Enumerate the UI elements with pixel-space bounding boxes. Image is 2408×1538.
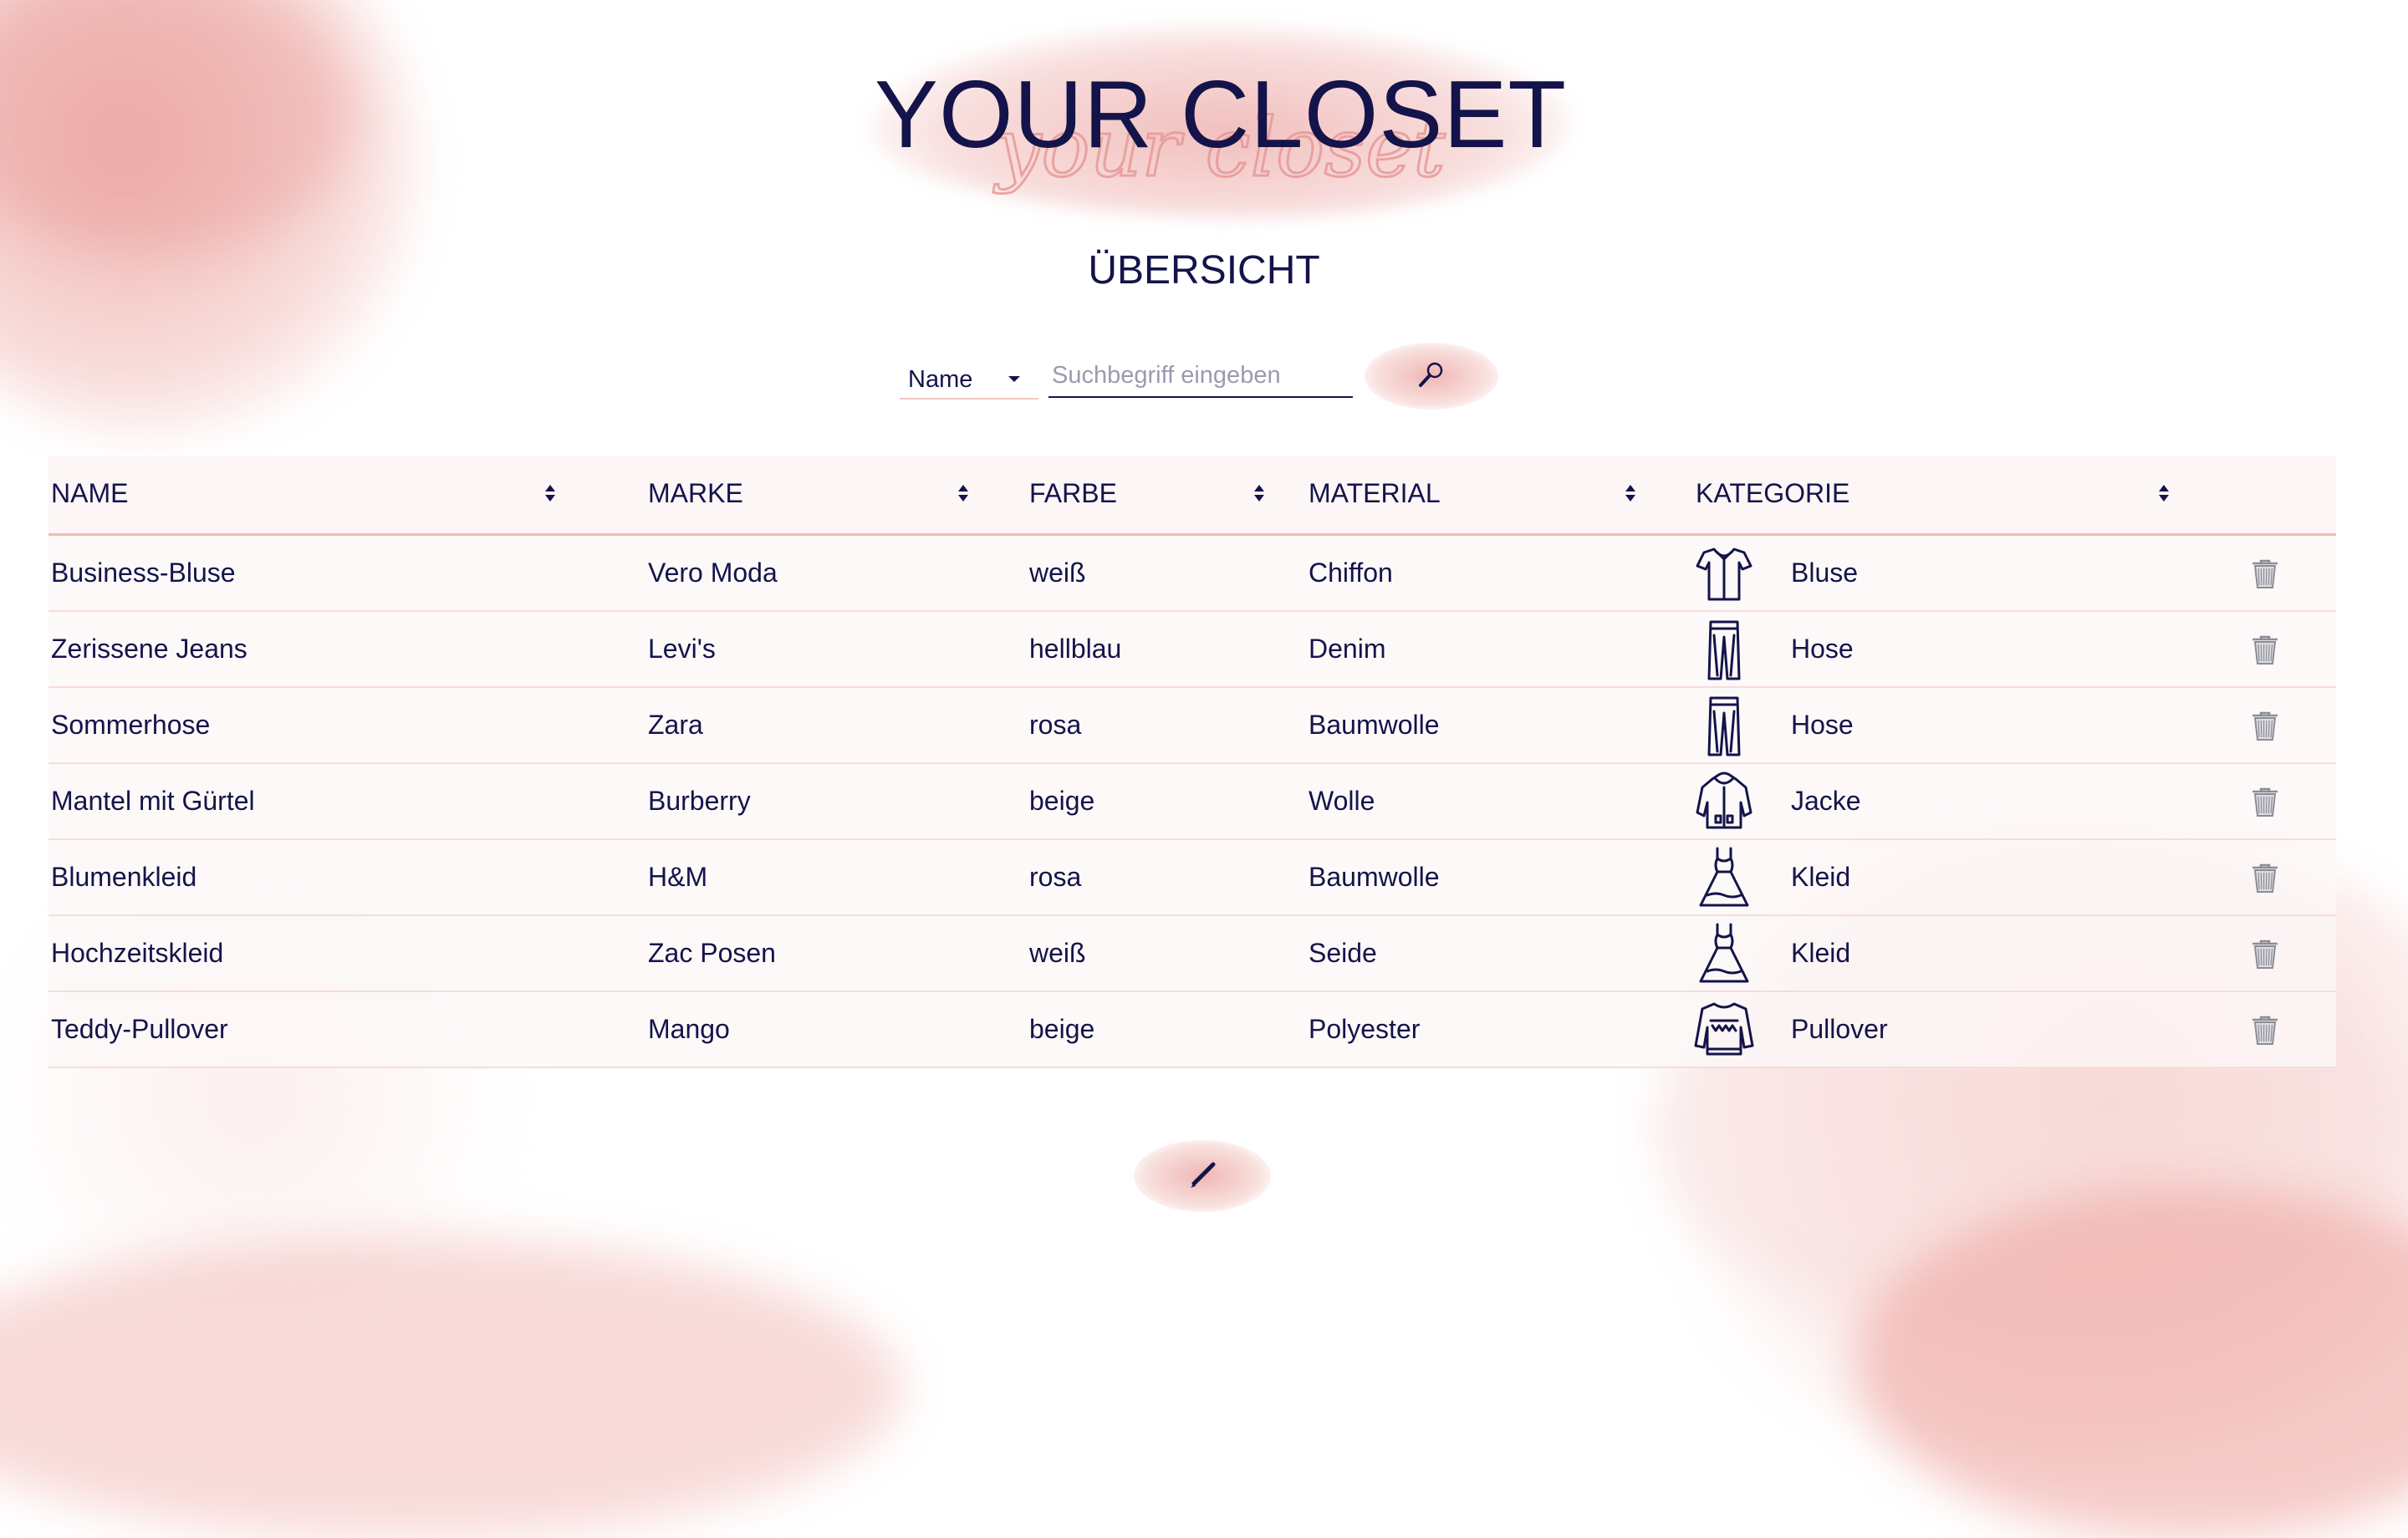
sort-icon[interactable] [957, 481, 970, 505]
header-category[interactable]: KATEGORIE [1696, 456, 1849, 533]
search-field-value: Name [908, 366, 973, 393]
dress-icon [1699, 923, 1749, 983]
cell-category: Pullover [1791, 1014, 1888, 1044]
sort-icon[interactable] [1624, 481, 1637, 505]
trash-icon[interactable] [2251, 940, 2279, 970]
cell-category: Hose [1791, 710, 1854, 740]
cell-color: hellblau [1029, 634, 1122, 664]
cell-name: Hochzeitskleid [51, 938, 224, 968]
cell-color: rosa [1029, 710, 1082, 740]
watercolor-decoration [1856, 1187, 2408, 1538]
table-row[interactable]: Business-Bluse Vero Moda weiß Chiffon Bluse [48, 536, 2336, 612]
pants-icon [1707, 620, 1741, 680]
cell-category: Bluse [1791, 558, 1859, 588]
cell-material: Chiffon [1309, 558, 1393, 588]
cell-name: Business-Bluse [51, 558, 236, 588]
closet-table: NAME MARKE FARBE MATERIAL KATEGORIE Business… [48, 456, 2336, 1068]
table-row[interactable]: Mantel mit Gürtel Burberry beige Wolle Jacke [48, 764, 2336, 840]
cell-category: Kleid [1791, 862, 1851, 892]
search-field-select[interactable]: Name [900, 354, 1038, 400]
cell-brand: Mango [648, 1014, 730, 1044]
cell-material: Polyester [1309, 1014, 1421, 1044]
cell-color: beige [1029, 786, 1095, 816]
search-button[interactable] [1365, 343, 1498, 410]
cell-category: Hose [1791, 634, 1854, 664]
table-row[interactable]: Hochzeitskleid Zac Posen weiß Seide Kleid [48, 916, 2336, 992]
cell-name: Mantel mit Gürtel [51, 786, 255, 816]
sort-icon[interactable] [2157, 481, 2171, 505]
cell-name: Sommerhose [51, 710, 211, 740]
sweater-icon [1694, 1002, 1754, 1056]
pencil-icon [1191, 1162, 1216, 1188]
cell-category: Jacke [1791, 786, 1861, 816]
watercolor-decoration [0, 0, 418, 435]
dress-icon [1699, 847, 1749, 907]
cell-brand: Zac Posen [648, 938, 776, 968]
header-brand[interactable]: MARKE [648, 456, 743, 533]
sort-icon[interactable] [1252, 481, 1266, 505]
blouse-icon [1696, 547, 1752, 601]
watercolor-decoration [0, 1237, 903, 1538]
cell-material: Denim [1309, 634, 1386, 664]
caret-down-icon [1008, 376, 1020, 382]
cell-material: Wolle [1309, 786, 1375, 816]
cell-material: Baumwolle [1309, 710, 1440, 740]
cell-brand: Burberry [648, 786, 751, 816]
page-title: YOUR CLOSET [874, 62, 1568, 168]
edit-button[interactable] [1134, 1140, 1271, 1212]
table-body: Business-Bluse Vero Moda weiß Chiffon Bluse Z… [48, 536, 2336, 1068]
jacket-icon [1696, 772, 1752, 829]
table-row[interactable]: Blumenkleid H&M rosa Baumwolle Kleid [48, 840, 2336, 916]
trash-icon[interactable] [2251, 787, 2279, 817]
cell-material: Baumwolle [1309, 862, 1440, 892]
trash-icon[interactable] [2251, 1016, 2279, 1046]
cell-category: Kleid [1791, 938, 1851, 968]
page-header: your closet YOUR CLOSET [870, 25, 1572, 217]
cell-brand: Vero Moda [648, 558, 778, 588]
cell-color: weiß [1029, 938, 1086, 968]
cell-brand: Zara [648, 710, 703, 740]
header-name[interactable]: NAME [51, 456, 128, 533]
trash-icon[interactable] [2251, 863, 2279, 894]
table-header: NAME MARKE FARBE MATERIAL KATEGORIE [48, 456, 2336, 536]
sort-icon[interactable] [543, 481, 557, 505]
cell-name: Blumenkleid [51, 862, 197, 892]
trash-icon[interactable] [2251, 635, 2279, 665]
cell-name: Teddy-Pullover [51, 1014, 228, 1044]
trash-icon[interactable] [2251, 559, 2279, 589]
cell-material: Seide [1309, 938, 1377, 968]
search-input[interactable] [1048, 354, 1353, 398]
trash-icon[interactable] [2251, 711, 2279, 741]
cell-color: beige [1029, 1014, 1095, 1044]
cell-brand: H&M [648, 862, 708, 892]
pants-icon [1707, 696, 1741, 756]
table-row[interactable]: Teddy-Pullover Mango beige Polyester Pullove… [48, 992, 2336, 1068]
header-material[interactable]: MATERIAL [1309, 456, 1441, 533]
watercolor-decoration [0, 0, 351, 251]
cell-brand: Levi's [648, 634, 716, 664]
magnifier-icon [1419, 362, 1443, 387]
cell-color: weiß [1029, 558, 1086, 588]
header-color[interactable]: FARBE [1029, 456, 1117, 533]
table-row[interactable]: Sommerhose Zara rosa Baumwolle Hose [48, 688, 2336, 764]
cell-name: Zerissene Jeans [51, 634, 247, 664]
section-title: ÜBERSICHT [1088, 248, 1320, 293]
table-row[interactable]: Zerissene Jeans Levi's hellblau Denim Hose [48, 612, 2336, 688]
cell-color: rosa [1029, 862, 1082, 892]
